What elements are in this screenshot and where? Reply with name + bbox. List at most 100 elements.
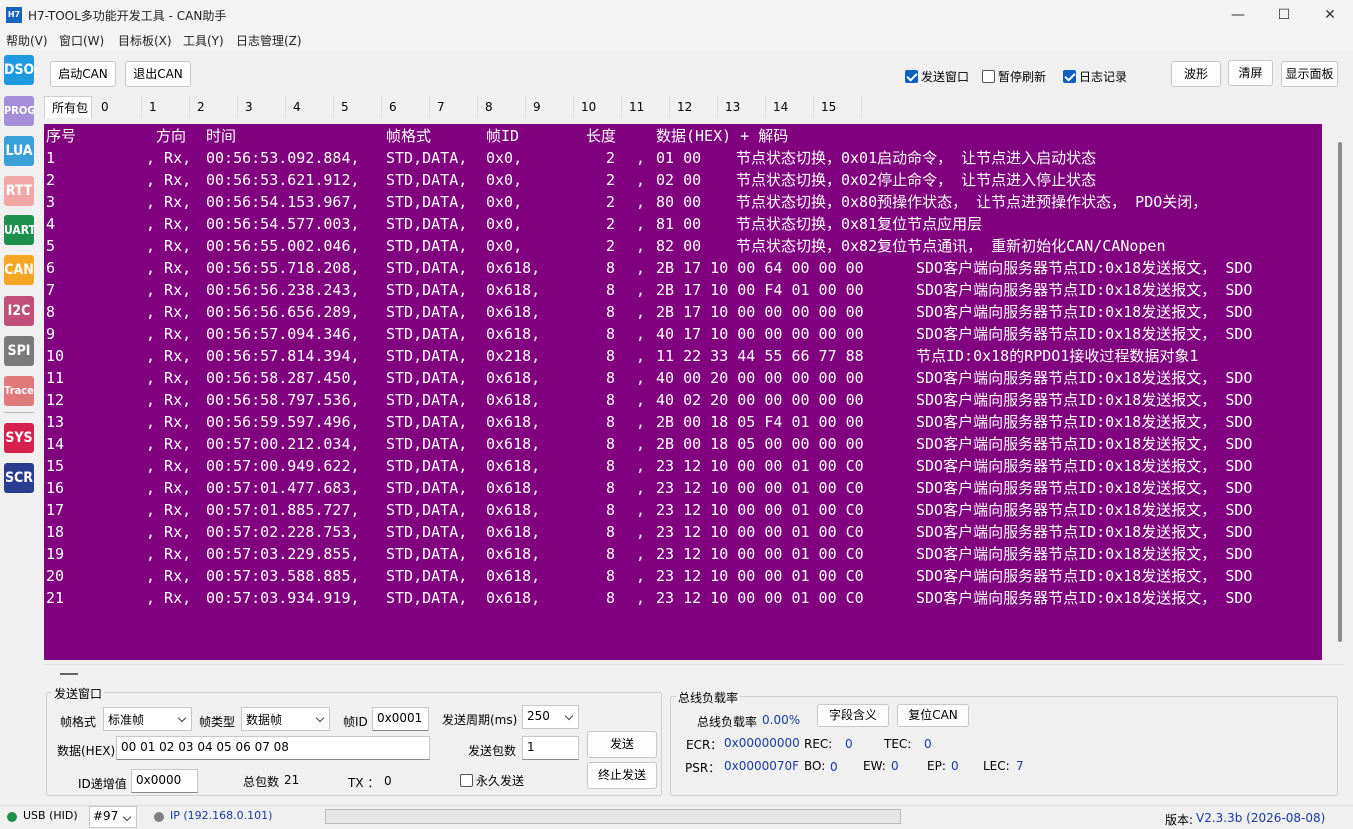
sidebar-trace[interactable]: Trace bbox=[4, 376, 34, 406]
tab-4[interactable]: 4 bbox=[286, 96, 334, 118]
log-time: 00:56:58.287.450, bbox=[206, 369, 360, 387]
log-direction: , Rx, bbox=[146, 435, 192, 453]
tab-13[interactable]: 13 bbox=[718, 96, 766, 118]
frame-format-label: 帧格式 bbox=[60, 715, 97, 729]
frame-format-select[interactable]: 标准帧 bbox=[103, 707, 192, 731]
close-button[interactable]: ✕ bbox=[1307, 0, 1353, 30]
clear-screen-button[interactable]: 清屏 bbox=[1228, 60, 1273, 86]
stop-send-button[interactable]: 终止发送 bbox=[587, 762, 657, 789]
log-direction: , Rx, bbox=[146, 369, 192, 387]
tab-5[interactable]: 5 bbox=[334, 96, 382, 118]
version-value: V2.3.3b (2026-08-08) bbox=[1196, 811, 1326, 825]
log-frame-id: 0x618, bbox=[486, 325, 541, 343]
tab-1[interactable]: 1 bbox=[142, 96, 190, 118]
minimize-button[interactable]: — bbox=[1215, 0, 1261, 30]
log-decode: SDO客户端向服务器节点ID:0x18发送报文， SDO bbox=[916, 259, 1253, 277]
log-hex-data: 23 12 10 00 00 01 00 C0 bbox=[656, 479, 864, 497]
log-decode: SDO客户端向服务器节点ID:0x18发送报文， SDO bbox=[916, 567, 1253, 585]
maximize-button[interactable]: ☐ bbox=[1261, 0, 1307, 30]
log-horizontal-scrollbar[interactable] bbox=[44, 664, 1344, 682]
log-seq: 21 bbox=[46, 589, 65, 607]
pause-refresh-checkbox[interactable]: 暂停刷新 bbox=[982, 68, 1046, 85]
send-period-select[interactable]: 250 bbox=[522, 705, 579, 729]
tab-7[interactable]: 7 bbox=[430, 96, 478, 118]
ew-value: 0 bbox=[891, 759, 899, 773]
frame-id-input[interactable]: 0x0001 bbox=[372, 707, 429, 731]
log-record-checkbox[interactable]: 日志记录 bbox=[1063, 68, 1127, 85]
log-vertical-scroll-thumb[interactable] bbox=[1338, 142, 1342, 642]
tab-2[interactable]: 2 bbox=[190, 96, 238, 118]
log-direction: , Rx, bbox=[146, 523, 192, 541]
log-seq: 17 bbox=[46, 501, 65, 519]
sidebar-sys[interactable]: SYS bbox=[4, 423, 34, 453]
log-seq: 20 bbox=[46, 567, 65, 585]
tab-6[interactable]: 6 bbox=[382, 96, 430, 118]
start-can-button[interactable]: 启动CAN bbox=[50, 61, 116, 87]
frame-type-label: 帧类型 bbox=[199, 715, 236, 729]
log-time: 00:57:01.885.727, bbox=[206, 501, 360, 519]
total-packets-value: 21 bbox=[284, 773, 300, 787]
tab-0[interactable]: 0 bbox=[94, 96, 142, 118]
sidebar-can[interactable]: CAN bbox=[4, 255, 34, 285]
tab-10[interactable]: 10 bbox=[574, 96, 622, 118]
log-hex-data: 23 12 10 00 00 01 00 C0 bbox=[656, 501, 864, 519]
log-format: STD,DATA, bbox=[386, 259, 468, 277]
sidebar-lua[interactable]: LUA bbox=[4, 136, 34, 166]
log-hex-data: 23 12 10 00 00 01 00 C0 bbox=[656, 545, 864, 563]
log-direction: , Rx, bbox=[146, 325, 192, 343]
log-separator: , bbox=[636, 215, 646, 233]
usb-status-icon bbox=[7, 812, 17, 822]
device-select[interactable]: #97 bbox=[89, 806, 137, 828]
send-forever-label: 永久发送 bbox=[476, 774, 525, 788]
tab-all-packets[interactable]: 所有包 bbox=[44, 96, 92, 118]
reset-can-button[interactable]: 复位CAN bbox=[897, 704, 969, 727]
sidebar-rtt[interactable]: RTT bbox=[4, 176, 34, 206]
exit-can-button[interactable]: 退出CAN bbox=[125, 61, 191, 87]
log-decode: 节点状态切换，0x01启动命令， 让节点进入启动状态 bbox=[736, 149, 1097, 167]
tab-8[interactable]: 8 bbox=[478, 96, 526, 118]
log-time: 00:57:03.588.885, bbox=[206, 567, 360, 585]
tab-11[interactable]: 11 bbox=[622, 96, 670, 118]
menu-log-management[interactable]: 日志管理(Z) bbox=[236, 32, 302, 49]
log-decode: SDO客户端向服务器节点ID:0x18发送报文， SDO bbox=[916, 435, 1253, 453]
frame-type-select[interactable]: 数据帧 bbox=[241, 707, 330, 731]
tab-12[interactable]: 12 bbox=[670, 96, 718, 118]
log-format: STD,DATA, bbox=[386, 281, 468, 299]
sidebar-prog[interactable]: PROG bbox=[4, 96, 35, 126]
log-hex-data: 2B 17 10 00 F4 01 00 00 bbox=[656, 281, 864, 299]
tab-9[interactable]: 9 bbox=[526, 96, 574, 118]
log-seq: 2 bbox=[46, 171, 56, 189]
tab-15[interactable]: 15 bbox=[814, 96, 862, 118]
tab-14[interactable]: 14 bbox=[766, 96, 814, 118]
sidebar-i2c[interactable]: I2C bbox=[4, 296, 34, 326]
send-window-checkbox[interactable]: 发送窗口 bbox=[905, 68, 969, 85]
log-horizontal-scroll-thumb[interactable] bbox=[60, 673, 78, 675]
show-panel-button[interactable]: 显示面板 bbox=[1281, 61, 1338, 87]
send-forever-checkbox[interactable]: 永久发送 bbox=[460, 772, 524, 789]
log-frame-id: 0x0, bbox=[486, 215, 523, 233]
log-time: 00:57:01.477.683, bbox=[206, 479, 360, 497]
send-forever-check-icon bbox=[460, 774, 473, 787]
tab-3[interactable]: 3 bbox=[238, 96, 286, 118]
menu-target-board[interactable]: 目标板(X) bbox=[118, 32, 172, 49]
log-length: 8 bbox=[606, 457, 616, 475]
send-count-input[interactable]: 1 bbox=[522, 736, 579, 760]
sidebar-dso[interactable]: DSO bbox=[4, 55, 34, 85]
menu-help[interactable]: 帮助(V) bbox=[6, 32, 48, 49]
id-increment-input[interactable]: 0x0000 bbox=[131, 769, 198, 793]
can-log-view[interactable]: 序号 方向 时间 帧格式 帧ID 长度 数据(HEX) + 解码 1 , Rx, 0… bbox=[44, 124, 1322, 660]
ecr-value: 0x00000000 bbox=[724, 736, 800, 750]
waveform-button[interactable]: 波形 bbox=[1171, 61, 1221, 87]
log-direction: , Rx, bbox=[146, 501, 192, 519]
sidebar-spi[interactable]: SPI bbox=[4, 336, 34, 366]
menu-tools[interactable]: 工具(Y) bbox=[183, 32, 224, 49]
send-button[interactable]: 发送 bbox=[587, 731, 657, 758]
log-format: STD,DATA, bbox=[386, 589, 468, 607]
field-meaning-button[interactable]: 字段含义 bbox=[817, 704, 889, 727]
log-direction: , Rx, bbox=[146, 413, 192, 431]
sidebar-uart[interactable]: UART bbox=[4, 215, 36, 245]
data-hex-input[interactable]: 00 01 02 03 04 05 06 07 08 bbox=[116, 736, 430, 760]
sidebar-scr[interactable]: SCR bbox=[4, 463, 34, 493]
log-hex-data: 2B 17 10 00 00 00 00 00 bbox=[656, 303, 864, 321]
menu-window[interactable]: 窗口(W) bbox=[59, 32, 104, 49]
